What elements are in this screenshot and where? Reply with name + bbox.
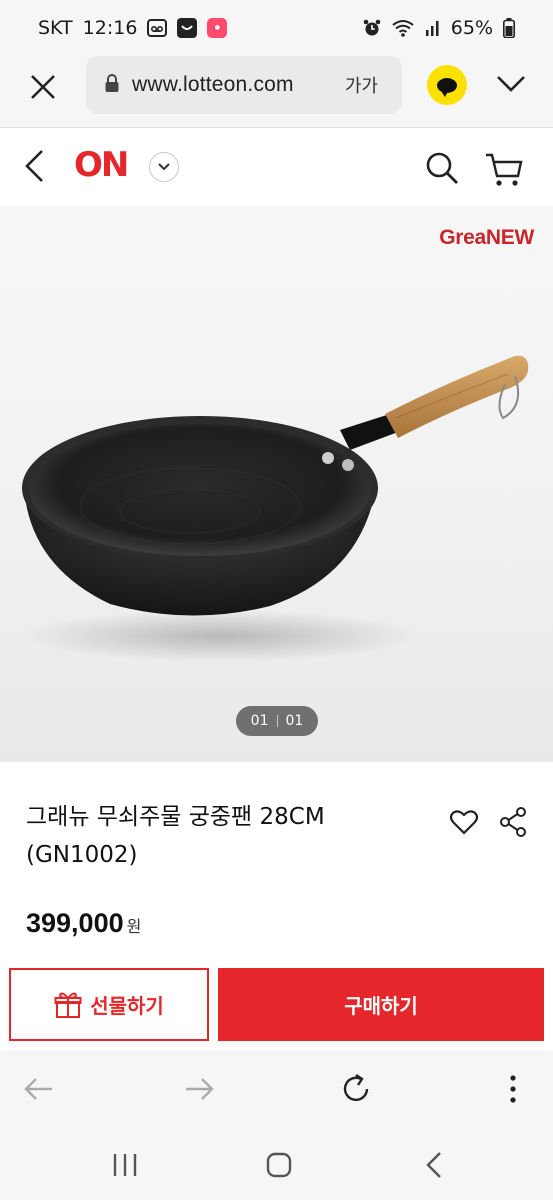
text-size-button[interactable]: 가가 xyxy=(345,72,378,98)
browser-address-bar: www.lotteon.com 가가 xyxy=(0,56,553,128)
search-icon xyxy=(426,152,458,184)
browser-toolbar xyxy=(0,1050,553,1128)
cart-icon xyxy=(486,153,523,186)
back-button[interactable] xyxy=(22,148,48,184)
kakao-button[interactable] xyxy=(427,65,467,105)
gift-button[interactable]: 선물하기 xyxy=(9,968,209,1041)
heart-icon xyxy=(449,810,479,835)
system-back-button[interactable] xyxy=(420,1150,450,1180)
voicemail-icon xyxy=(147,19,168,37)
kakao-icon xyxy=(437,77,457,97)
alarm-icon xyxy=(363,19,381,37)
url-field[interactable]: www.lotteon.com 가가 xyxy=(86,56,402,114)
battery-level: 65% xyxy=(450,17,493,39)
url-text: www.lotteon.com xyxy=(132,73,294,96)
recents-icon xyxy=(113,1154,137,1176)
lock-icon xyxy=(104,73,120,98)
status-left: SKT 12:16 ● xyxy=(38,17,228,39)
gallery-current-page: 01 xyxy=(250,713,269,729)
browser-back-button[interactable] xyxy=(22,1072,56,1106)
wishlist-button[interactable] xyxy=(449,808,479,836)
signal-icon xyxy=(425,19,441,37)
dropdown-icon xyxy=(158,163,170,171)
close-tab-button[interactable] xyxy=(28,72,58,102)
wifi-icon xyxy=(391,19,415,37)
buy-button[interactable]: 구매하기 xyxy=(218,968,544,1041)
more-icon xyxy=(510,1075,516,1103)
purchase-action-bar: 선물하기 구매하기 xyxy=(0,960,553,1050)
price-row: 399,000 원 xyxy=(26,908,141,939)
wok-pan-image xyxy=(20,355,529,662)
forward-arrow-icon xyxy=(186,1078,214,1100)
close-icon xyxy=(31,75,55,99)
clock: 12:16 xyxy=(82,17,138,39)
cart-button[interactable] xyxy=(484,150,524,188)
battery-icon xyxy=(503,18,515,38)
home-button[interactable] xyxy=(264,1150,294,1180)
price-unit: 원 xyxy=(126,917,142,936)
carrier-label: SKT xyxy=(38,17,73,39)
buy-button-label: 구매하기 xyxy=(344,994,418,1018)
page-separator xyxy=(276,715,278,727)
refresh-icon xyxy=(343,1074,369,1101)
back-arrow-icon xyxy=(24,1078,52,1100)
product-image-gallery[interactable]: GreaNEW 01 01 xyxy=(0,206,553,762)
gift-button-label: 선물하기 xyxy=(90,994,164,1018)
browser-forward-button[interactable] xyxy=(182,1072,216,1106)
refresh-button[interactable] xyxy=(339,1072,373,1106)
expand-menu-button[interactable] xyxy=(496,72,526,96)
status-bar: SKT 12:16 ● 65% xyxy=(0,0,553,56)
back-icon xyxy=(25,150,43,182)
red-app-icon: ● xyxy=(207,18,228,38)
gallery-total-pages: 01 xyxy=(285,713,304,729)
share-button[interactable] xyxy=(499,806,527,838)
lotteon-logo[interactable]: ON xyxy=(74,145,129,185)
chevron-down-icon xyxy=(497,76,525,92)
product-title: 그래뉴 무쇠주물 궁중팬 28CM (GN1002) xyxy=(26,804,325,868)
home-icon xyxy=(266,1152,292,1178)
site-header: ON xyxy=(0,128,553,206)
back-icon xyxy=(426,1152,441,1178)
dark-app-icon xyxy=(177,18,198,38)
gallery-page-indicator: 01 01 xyxy=(236,706,318,736)
gift-icon xyxy=(54,992,82,1018)
service-dropdown-button[interactable] xyxy=(149,152,179,182)
system-nav-bar xyxy=(0,1128,553,1200)
status-right: 65% xyxy=(363,17,515,39)
recents-button[interactable] xyxy=(110,1150,140,1180)
price-value: 399,000 xyxy=(26,908,124,938)
more-options-button[interactable] xyxy=(496,1072,530,1106)
search-button[interactable] xyxy=(424,150,460,186)
share-icon xyxy=(500,807,526,837)
